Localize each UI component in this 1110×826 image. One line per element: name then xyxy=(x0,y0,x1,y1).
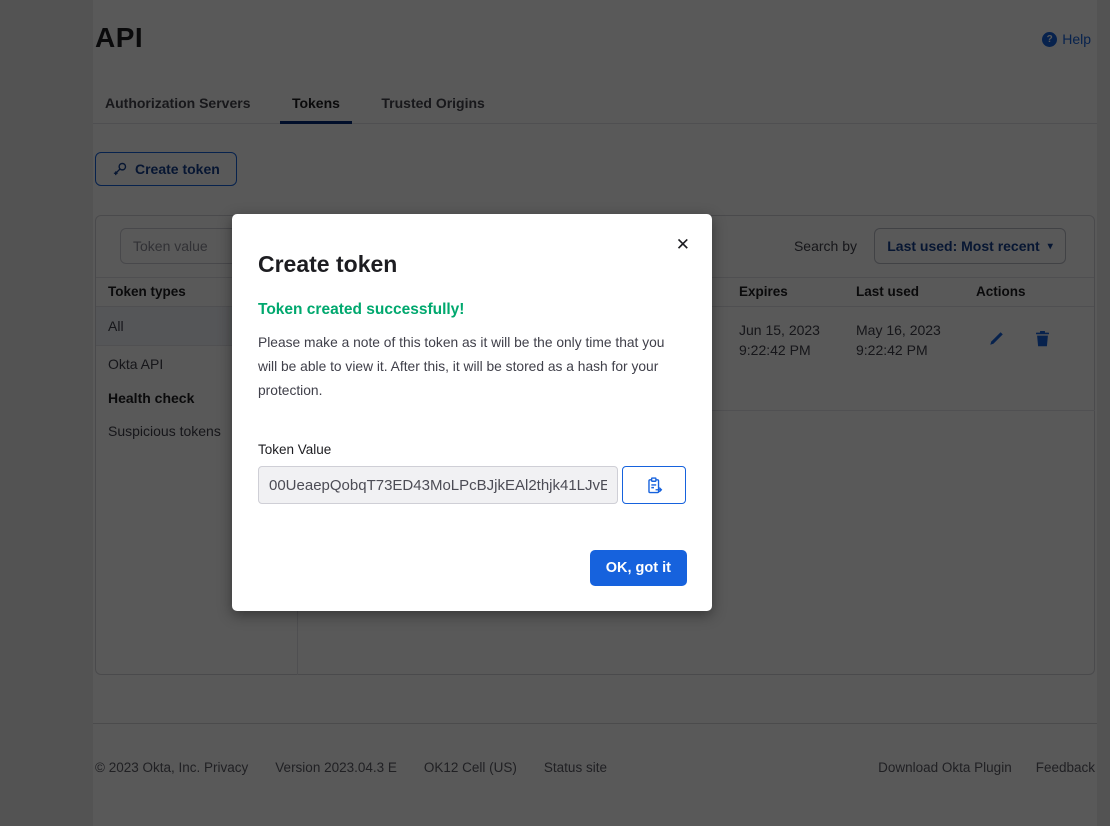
token-value-row xyxy=(258,466,686,504)
ok-got-it-button[interactable]: OK, got it xyxy=(590,550,687,586)
clipboard-copy-icon xyxy=(646,477,663,494)
body-line: Please make a note of this token as it w… xyxy=(258,331,686,355)
close-icon[interactable]: ✕ xyxy=(676,236,690,253)
modal-title: Create token xyxy=(258,250,686,278)
create-token-modal: ✕ Create token Token created successfull… xyxy=(232,214,712,611)
modal-body-text: Please make a note of this token as it w… xyxy=(258,331,686,403)
token-value-field[interactable] xyxy=(258,466,618,504)
okta-admin-page: API ? Help Authorization Servers Tokens … xyxy=(0,0,1110,826)
token-value-label: Token Value xyxy=(258,442,686,457)
success-message: Token created successfully! xyxy=(258,301,686,319)
body-line: will be able to view it. After this, it … xyxy=(258,355,686,379)
copy-to-clipboard-button[interactable] xyxy=(622,466,686,504)
body-line: protection. xyxy=(258,379,686,403)
